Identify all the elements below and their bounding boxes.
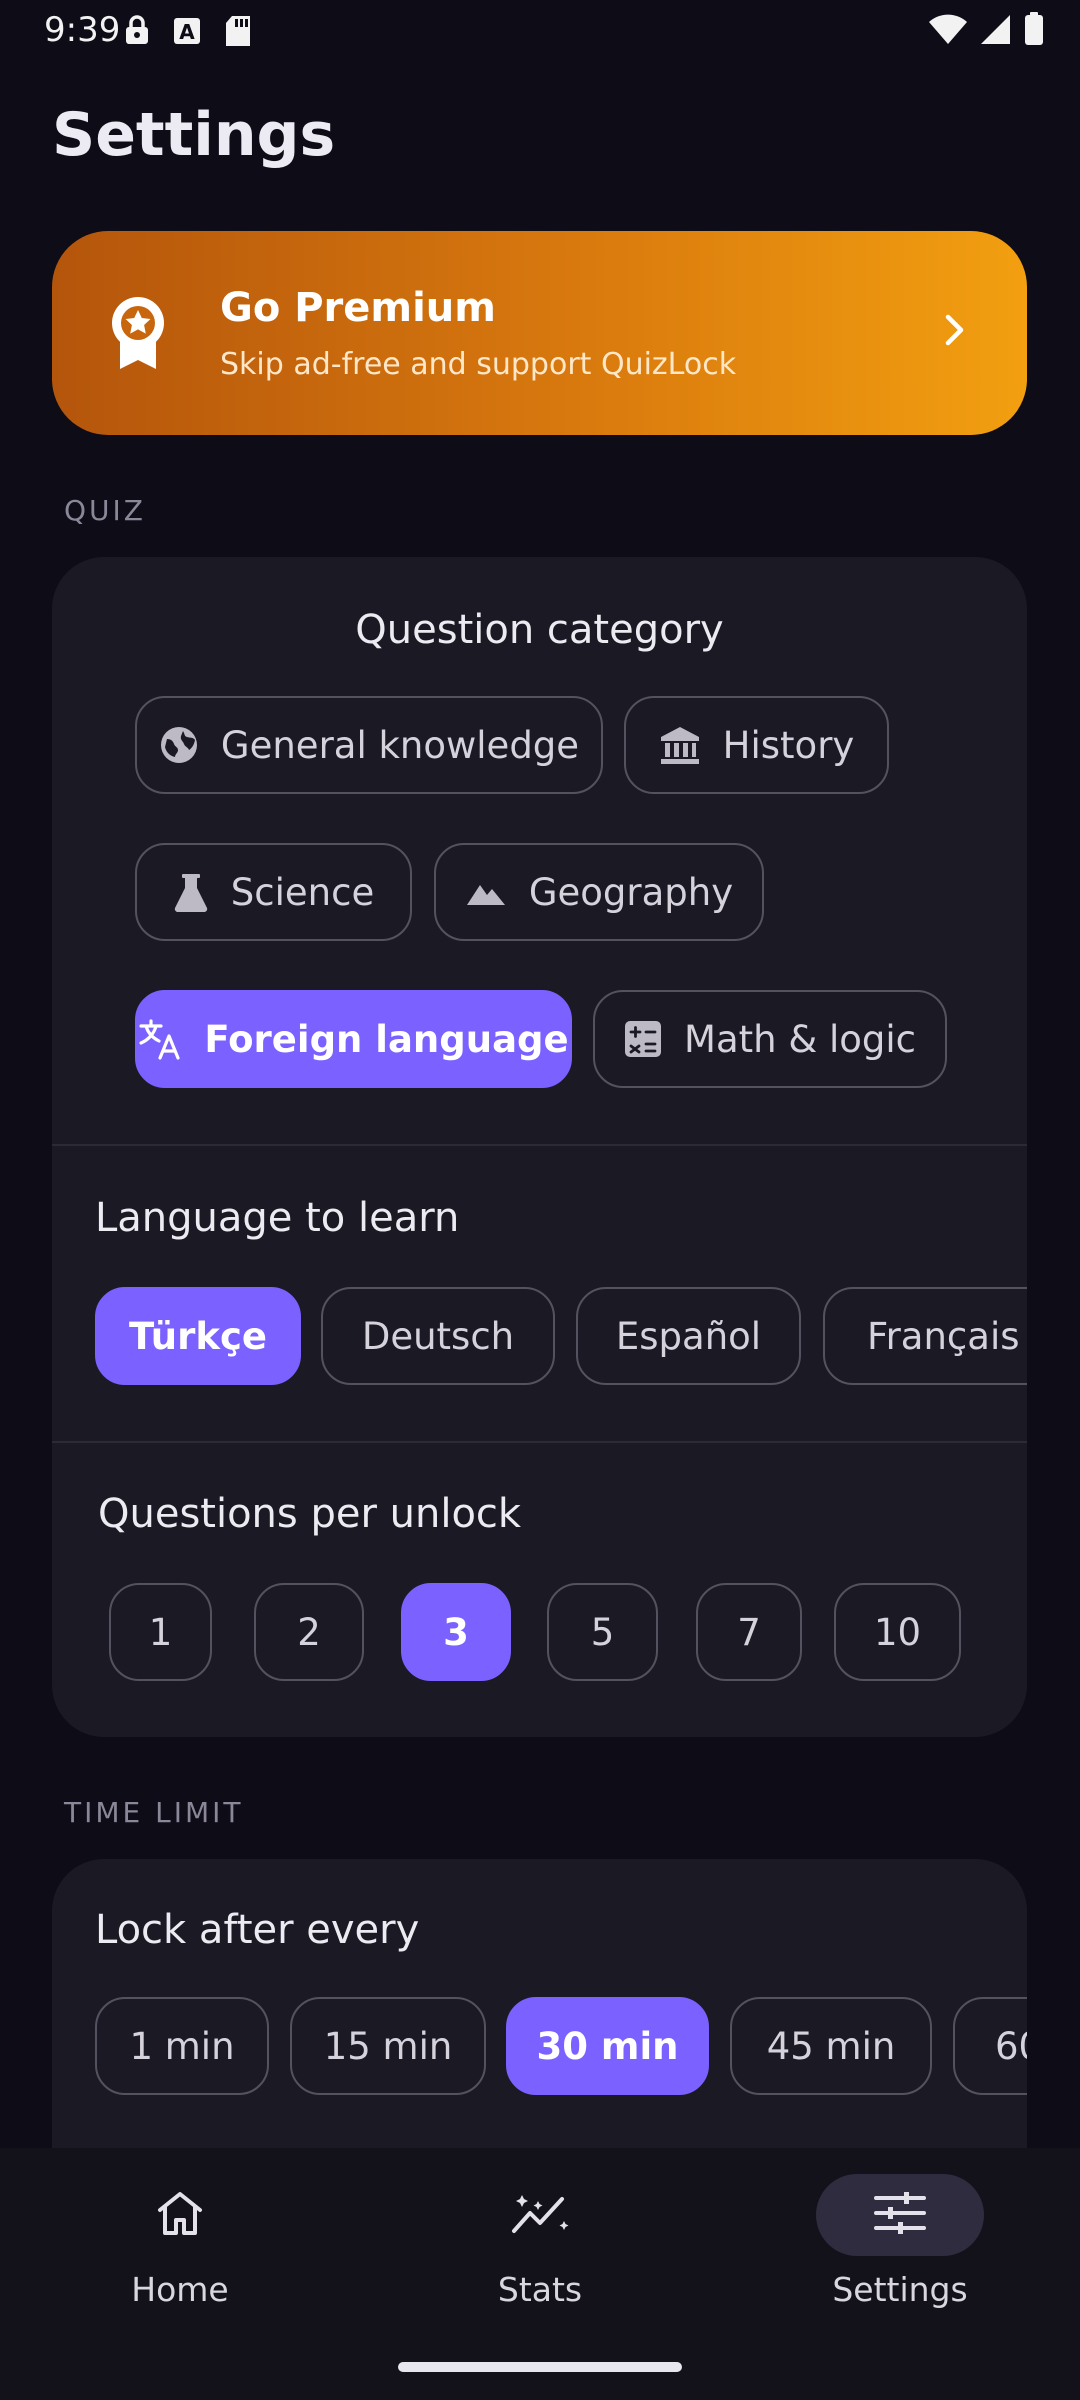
unlock-count-option-1[interactable]: 1 — [109, 1583, 212, 1681]
mountain-icon — [465, 877, 507, 907]
divider — [52, 1144, 1027, 1146]
time-limit-card: Lock after every 1 min 15 min 30 min 45 … — [52, 1859, 1027, 2148]
category-chip-label: Geography — [528, 870, 734, 914]
question-category-heading: Question category — [355, 607, 724, 653]
status-time: 9:39 — [44, 10, 121, 50]
calculator-icon — [624, 1020, 662, 1058]
svg-text:A: A — [179, 20, 195, 44]
lock-icon — [124, 14, 150, 52]
unlock-count-label: 5 — [590, 1610, 615, 1654]
premium-subtitle: Skip ad-free and support QuizLock — [220, 347, 737, 382]
unlock-count-option-10[interactable]: 10 — [834, 1583, 961, 1681]
lock-after-label: 30 min — [536, 2024, 679, 2068]
unlock-count-label: 1 — [148, 1610, 173, 1654]
nav-item-stats[interactable]: Stats — [430, 2148, 650, 2309]
category-chip-label: Science — [230, 870, 375, 914]
sliders-icon — [874, 2191, 926, 2239]
stats-sparkline-icon — [510, 2191, 570, 2239]
unlock-count-option-7[interactable]: 7 — [696, 1583, 802, 1681]
keyboard-a-icon: A — [172, 14, 202, 52]
divider — [52, 1441, 1027, 1443]
language-chip-row: Türkçe Deutsch Español Français — [52, 1285, 1027, 1389]
unlock-count-label: 7 — [737, 1610, 761, 1654]
unlock-count-option-2[interactable]: 2 — [254, 1583, 364, 1681]
section-label-time-limit: TIME LIMIT — [64, 1796, 244, 1829]
category-chip-general-knowledge[interactable]: General knowledge — [135, 696, 603, 794]
status-bar: 9:39 A — [0, 0, 1080, 64]
quiz-settings-card: Question category General knowledge Hist… — [52, 557, 1027, 1737]
home-indicator[interactable] — [398, 2362, 682, 2372]
home-icon — [156, 2190, 204, 2240]
lock-after-option-45-min[interactable]: 45 min — [730, 1997, 932, 2095]
unlock-count-option-3[interactable]: 3 — [401, 1583, 511, 1681]
lock-after-label: 15 min — [323, 2024, 453, 2068]
sd-card-icon — [224, 14, 252, 52]
language-chip-espanol[interactable]: Español — [576, 1287, 801, 1385]
flask-icon — [173, 872, 209, 912]
unlock-count-label: 3 — [443, 1610, 469, 1654]
lock-after-label: 60 min — [995, 2024, 1027, 2068]
lock-after-label: 45 min — [766, 2024, 896, 2068]
category-chip-geography[interactable]: Geography — [434, 843, 764, 941]
unlock-count-label: 2 — [297, 1610, 321, 1654]
category-chip-history[interactable]: History — [624, 696, 889, 794]
translate-icon — [138, 1018, 182, 1060]
category-chip-label: Math & logic — [684, 1017, 916, 1061]
unlock-count-option-5[interactable]: 5 — [547, 1583, 658, 1681]
nav-item-home[interactable]: Home — [70, 2148, 290, 2309]
language-chip-francais[interactable]: Français — [823, 1287, 1027, 1385]
language-chip-label: Deutsch — [361, 1314, 515, 1358]
language-chip-turkce[interactable]: Türkçe — [95, 1287, 301, 1385]
category-chip-math-logic[interactable]: Math & logic — [593, 990, 947, 1088]
category-chip-label: History — [722, 723, 855, 767]
museum-icon — [659, 725, 701, 765]
chevron-right-icon — [943, 313, 967, 351]
language-heading: Language to learn — [95, 1195, 460, 1241]
language-chip-label: Türkçe — [129, 1314, 267, 1358]
category-chip-label: General knowledge — [220, 723, 580, 767]
lock-after-option-1-min[interactable]: 1 min — [95, 1997, 269, 2095]
nav-label: Stats — [497, 2270, 583, 2309]
unlock-count-label: 10 — [873, 1610, 922, 1654]
battery-icon — [1024, 12, 1044, 50]
page-title: Settings — [52, 100, 336, 170]
lock-after-option-30-min[interactable]: 30 min — [506, 1997, 709, 2095]
wifi-icon — [928, 13, 968, 49]
lock-after-option-15-min[interactable]: 15 min — [290, 1997, 486, 2095]
questions-per-unlock-heading: Questions per unlock — [98, 1491, 522, 1537]
language-chip-label: Español — [615, 1314, 762, 1358]
category-chip-label: Foreign language — [204, 1017, 569, 1061]
lock-after-heading: Lock after every — [95, 1907, 420, 1953]
category-chip-foreign-language[interactable]: Foreign language — [135, 990, 572, 1088]
nav-label: Home — [131, 2270, 229, 2309]
language-chip-label: Français — [867, 1314, 1020, 1358]
language-chip-deutsch[interactable]: Deutsch — [321, 1287, 555, 1385]
go-premium-banner[interactable]: Go Premium Skip ad-free and support Quiz… — [52, 231, 1027, 435]
category-chip-science[interactable]: Science — [135, 843, 412, 941]
signal-icon — [980, 13, 1012, 49]
award-badge-icon — [108, 295, 168, 375]
globe-icon — [159, 725, 199, 765]
section-label-quiz: QUIZ — [64, 494, 146, 527]
nav-label: Settings — [832, 2270, 968, 2309]
lock-after-label: 1 min — [129, 2024, 235, 2068]
nav-item-settings[interactable]: Settings — [790, 2148, 1010, 2309]
lock-after-option-60-min[interactable]: 60 min — [953, 1997, 1027, 2095]
premium-title: Go Premium — [220, 285, 496, 331]
